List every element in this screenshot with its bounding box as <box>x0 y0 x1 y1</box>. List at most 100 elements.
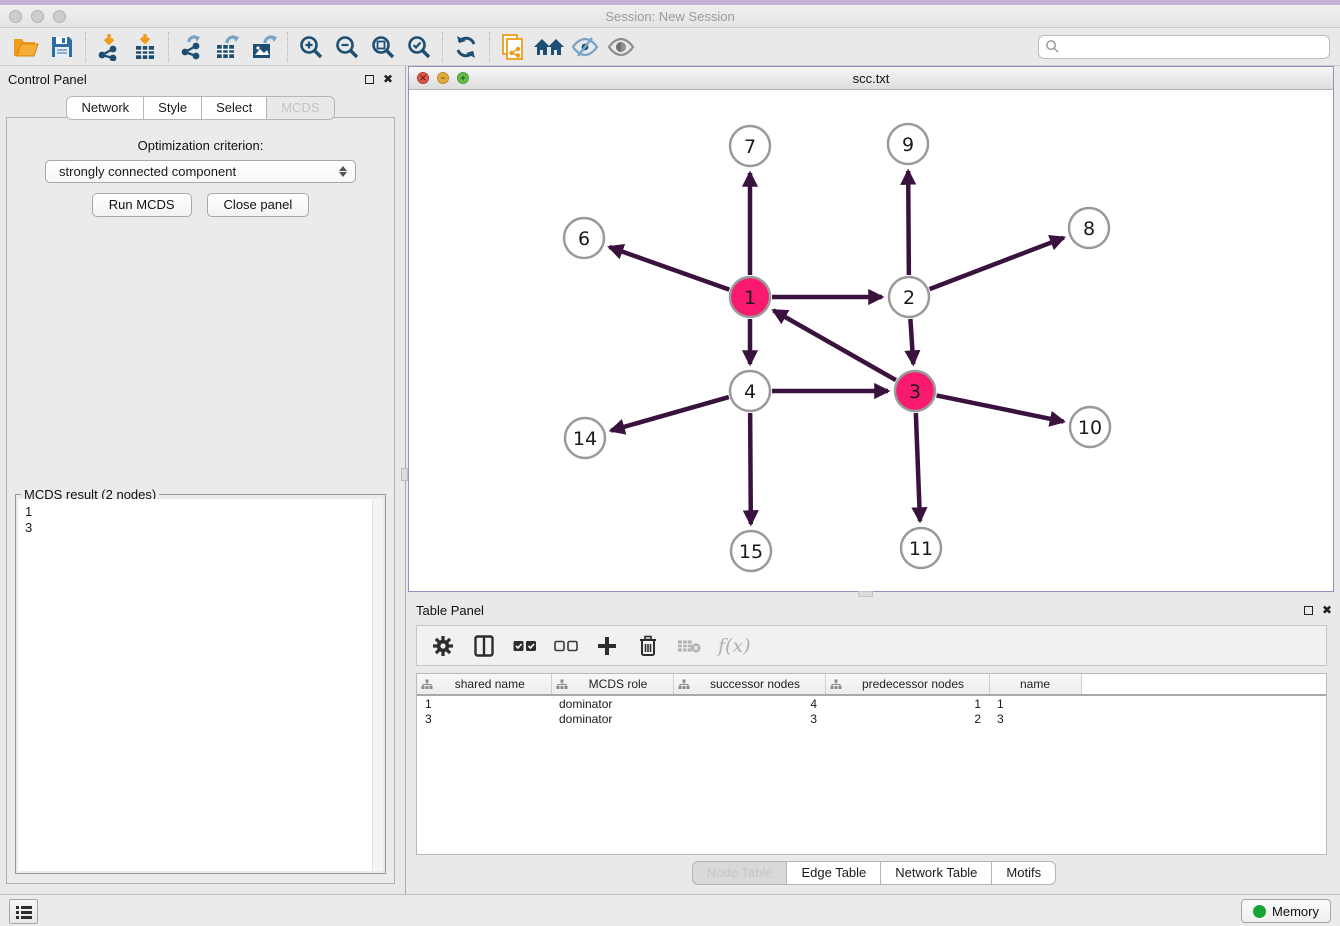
graph-edge-3-10[interactable] <box>937 395 1064 421</box>
column-type-icon <box>678 679 690 690</box>
toolbar-separator <box>168 32 169 62</box>
function-builder-icon: f(x) <box>718 635 751 657</box>
cell-successor-nodes[interactable]: 3 <box>673 711 825 727</box>
export-image-icon[interactable] <box>246 31 282 63</box>
graph-edge-3-1[interactable] <box>773 310 895 380</box>
toolbar-separator <box>489 32 490 62</box>
status-bar: Memory <box>0 894 1340 926</box>
search-box[interactable] <box>1038 35 1330 59</box>
run-mcds-button[interactable]: Run MCDS <box>92 193 192 217</box>
show-column-panel-icon[interactable] <box>472 634 496 658</box>
cell-shared-name[interactable]: 1 <box>417 695 551 711</box>
column-header-successor-nodes[interactable]: successor nodes <box>673 674 825 695</box>
network-graph: 1234678910111415 <box>409 90 1333 591</box>
graph-edge-4-14[interactable] <box>611 397 729 431</box>
float-table-panel-icon[interactable] <box>1304 606 1313 615</box>
memory-label: Memory <box>1272 904 1319 919</box>
apply-layout-icon[interactable] <box>448 31 484 63</box>
search-input[interactable] <box>1064 39 1329 54</box>
task-history-button[interactable] <box>9 899 38 924</box>
optimization-criterion-select[interactable]: strongly connected component <box>45 160 356 183</box>
tab-mcds[interactable]: MCDS <box>267 96 334 120</box>
export-network-icon[interactable] <box>174 31 210 63</box>
cell-predecessor-nodes[interactable]: 1 <box>825 695 989 711</box>
column-type-icon <box>421 679 433 690</box>
graph-edge-4-15[interactable] <box>750 413 751 524</box>
tab-network[interactable]: Network <box>66 96 144 120</box>
export-table-icon[interactable] <box>210 31 246 63</box>
table-row[interactable]: 1 dominator 4 1 1 <box>417 695 1326 711</box>
vertical-splitter[interactable] <box>401 66 408 894</box>
toolbar-separator <box>287 32 288 62</box>
tab-select[interactable]: Select <box>202 96 267 120</box>
table-settings-gear-icon[interactable] <box>431 634 455 658</box>
tab-edge-table[interactable]: Edge Table <box>787 861 881 885</box>
hide-selected-icon[interactable] <box>567 31 603 63</box>
node-table[interactable]: shared name MCDS role successor nodes pr… <box>416 673 1327 855</box>
table-toolbar: f(x) <box>416 625 1327 666</box>
column-header-mcds-role[interactable]: MCDS role <box>551 674 673 695</box>
search-icon <box>1045 39 1060 54</box>
cell-mcds-role[interactable]: dominator <box>551 695 673 711</box>
cell-name[interactable]: 3 <box>989 711 1081 727</box>
graph-edge-2-9[interactable] <box>908 171 909 275</box>
graph-edge-1-6[interactable] <box>609 247 729 290</box>
column-header-predecessor-nodes[interactable]: predecessor nodes <box>825 674 989 695</box>
control-panel-title: Control Panel <box>8 72 87 87</box>
table-header-row: shared name MCDS role successor nodes pr… <box>417 674 1326 695</box>
tab-motifs[interactable]: Motifs <box>992 861 1056 885</box>
cell-name[interactable]: 1 <box>989 695 1081 711</box>
close-table-panel-icon[interactable]: ✖ <box>1322 604 1332 616</box>
create-column-icon[interactable] <box>595 634 619 658</box>
delete-columns-icon[interactable] <box>636 634 660 658</box>
graph-node-label: 6 <box>578 228 590 250</box>
memory-button[interactable]: Memory <box>1241 899 1331 923</box>
first-neighbors-icon[interactable] <box>531 31 567 63</box>
graph-node-label: 8 <box>1083 218 1095 240</box>
cell-predecessor-nodes[interactable]: 2 <box>825 711 989 727</box>
select-value: strongly connected component <box>59 164 236 179</box>
tab-node-table[interactable]: Node Table <box>692 861 788 885</box>
cell-shared-name[interactable]: 3 <box>417 711 551 727</box>
graph-node-label: 11 <box>909 538 933 560</box>
graph-edge-2-8[interactable] <box>930 238 1064 289</box>
zoom-selected-icon[interactable] <box>401 31 437 63</box>
column-header-name[interactable]: name <box>989 674 1081 695</box>
unselect-all-columns-icon[interactable] <box>554 634 578 658</box>
network-window-titlebar[interactable]: ✕ − + scc.txt <box>409 67 1333 90</box>
mcds-result-group: MCDS result (2 nodes) 1 3 <box>15 494 386 874</box>
tab-style[interactable]: Style <box>144 96 202 120</box>
cell-successor-nodes[interactable]: 4 <box>673 695 825 711</box>
graph-node-label: 4 <box>744 381 756 403</box>
column-header-shared-name[interactable]: shared name <box>417 674 551 695</box>
zoom-in-icon[interactable] <box>293 31 329 63</box>
column-type-icon <box>556 679 568 690</box>
save-session-icon[interactable] <box>44 31 80 63</box>
import-network-icon[interactable] <box>91 31 127 63</box>
network-window-title: scc.txt <box>409 71 1333 86</box>
splitter-grip[interactable] <box>401 468 408 481</box>
graph-edge-2-3[interactable] <box>910 319 913 364</box>
select-all-columns-icon[interactable] <box>513 634 537 658</box>
table-tabs: Node Table Edge Table Network Table Moti… <box>408 861 1340 885</box>
mcds-result-list[interactable]: 1 3 <box>18 499 383 871</box>
tab-network-table[interactable]: Network Table <box>881 861 992 885</box>
import-table-icon[interactable] <box>127 31 163 63</box>
show-all-icon[interactable] <box>603 31 639 63</box>
delete-table-icon <box>677 634 701 658</box>
zoom-fit-icon[interactable] <box>365 31 401 63</box>
close-panel-button[interactable]: Close panel <box>207 193 310 217</box>
open-file-icon[interactable] <box>8 31 44 63</box>
table-panel-header: Table Panel ✖ <box>408 597 1340 623</box>
graph-edge-3-11[interactable] <box>916 413 920 521</box>
float-panel-icon[interactable] <box>365 75 374 84</box>
result-scrollbar[interactable] <box>372 499 383 871</box>
close-panel-icon[interactable]: ✖ <box>383 73 393 85</box>
cell-mcds-role[interactable]: dominator <box>551 711 673 727</box>
list-icon <box>16 905 32 919</box>
graph-node-label: 7 <box>744 136 756 158</box>
zoom-out-icon[interactable] <box>329 31 365 63</box>
table-row[interactable]: 3 dominator 3 2 3 <box>417 711 1326 727</box>
new-network-from-selection-icon[interactable] <box>495 31 531 63</box>
network-canvas[interactable]: 1234678910111415 <box>409 90 1333 591</box>
